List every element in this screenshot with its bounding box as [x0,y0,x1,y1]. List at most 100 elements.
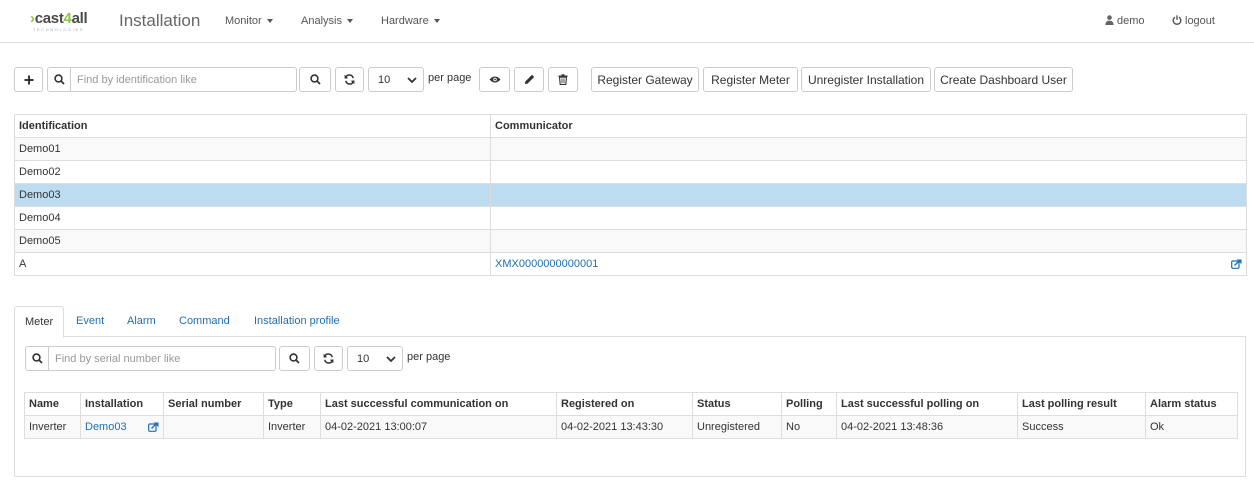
cell-identification: Demo01 [14,137,491,161]
delete-button[interactable] [548,67,578,92]
brand-logo[interactable]: ›cast4all TECHNOLOGIES [30,10,110,32]
cell-identification: Demo05 [14,229,491,253]
search-icon [289,353,300,364]
table-row[interactable]: A XMX0000000000001 [14,252,1247,276]
tab-meter[interactable]: Meter [14,306,65,338]
eye-icon [489,76,500,83]
per-page-select[interactable]: 10 [368,67,424,92]
top-navbar: ›cast4all TECHNOLOGIES Installation Moni… [0,0,1254,43]
page-title: Installation [119,11,201,30]
cell-name: Inverter [24,415,81,439]
column-header-last-polling[interactable]: Last successful polling on [836,392,1018,416]
column-header-type[interactable]: Type [263,392,321,416]
cell-identification: Demo02 [14,160,491,184]
installation-search [47,67,297,92]
cell-polling: No [781,415,837,439]
chevron-down-icon [407,77,417,84]
column-header-communicator[interactable]: Communicator [490,114,1247,138]
column-header-serial-number[interactable]: Serial number [163,392,264,416]
cell-registered-on: 04-02-2021 13:43:30 [556,415,693,439]
column-header-name[interactable]: Name [24,392,81,416]
cell-communicator [490,206,1247,230]
cell-last-communication: 04-02-2021 13:00:07 [320,415,557,439]
cell-communicator: XMX0000000000001 [490,252,1247,276]
table-row-selected[interactable]: Demo03 [14,183,1247,207]
edit-button[interactable] [514,67,544,92]
column-header-identification[interactable]: Identification [14,114,491,138]
tab-installation-profile[interactable]: Installation profile [244,306,350,337]
unregister-installation-button[interactable]: Unregister Installation [801,67,931,92]
register-meter-button[interactable]: Register Meter [703,67,798,92]
caret-down-icon [266,19,273,24]
tab-event[interactable]: Event [66,306,114,337]
search-icon [26,347,49,370]
external-link-icon[interactable] [1231,259,1242,269]
cell-communicator [490,183,1247,207]
refresh-icon [344,74,355,85]
installations-table: Identification Communicator Demo01 Demo0… [14,114,1247,276]
table-row[interactable]: Inverter Demo03 Inverter 04-02-2021 13:0… [24,415,1238,439]
table-row[interactable]: Demo05 [14,229,1247,253]
meters-table: Name Installation Serial number Type Las… [24,392,1238,439]
cell-identification: A [14,252,491,276]
chevron-down-icon [386,356,396,363]
tab-command[interactable]: Command [169,306,240,337]
column-header-alarm-status[interactable]: Alarm status [1145,392,1238,416]
column-header-status[interactable]: Status [692,392,782,416]
table-row[interactable]: Demo02 [14,160,1247,184]
view-button[interactable] [479,67,510,92]
meter-search-button[interactable] [279,346,310,371]
cell-installation: Demo03 [80,415,164,439]
nav-menu-analysis[interactable]: Analysis [301,15,353,27]
brand-wordmark: ›cast4all [30,10,88,27]
detail-tabs: Meter Event Alarm Command Installation p… [14,306,1246,338]
table-header-row: Identification Communicator [14,114,1247,138]
column-header-last-communication[interactable]: Last successful communication on [320,392,557,416]
nav-menu-monitor[interactable]: Monitor [225,15,273,27]
add-installation-button[interactable] [14,67,43,92]
user-icon [1105,15,1114,25]
installation-search-input[interactable] [71,68,296,91]
trash-icon [558,74,568,85]
search-button[interactable] [299,67,331,92]
column-header-last-polling-result[interactable]: Last polling result [1017,392,1146,416]
meter-search-input[interactable] [49,347,275,370]
table-header-row: Name Installation Serial number Type Las… [24,392,1238,416]
cell-identification: Demo04 [14,206,491,230]
column-header-polling[interactable]: Polling [781,392,837,416]
pencil-icon [524,74,534,84]
cell-last-polling: 04-02-2021 13:48:36 [836,415,1018,439]
caret-down-icon [433,19,440,24]
external-link-icon[interactable] [148,422,159,432]
meter-per-page-select[interactable]: 10 [347,346,403,371]
nav-menu-hardware[interactable]: Hardware [381,15,440,27]
cell-communicator [490,160,1247,184]
logout-link[interactable]: logout [1172,15,1215,27]
register-gateway-button[interactable]: Register Gateway [591,67,699,92]
caret-down-icon [346,19,353,24]
cell-serial-number [163,415,264,439]
meter-per-page-label: per page [407,351,451,363]
table-row[interactable]: Demo01 [14,137,1247,161]
refresh-button[interactable] [335,67,364,92]
installation-link[interactable]: Demo03 [85,421,127,433]
table-row[interactable]: Demo04 [14,206,1247,230]
search-icon [48,68,71,91]
brand-tagline: TECHNOLOGIES [33,27,84,32]
create-dashboard-user-button[interactable]: Create Dashboard User [934,67,1073,92]
meter-refresh-button[interactable] [314,346,343,371]
user-menu[interactable]: demo [1105,15,1145,27]
cell-last-polling-result: Success [1017,415,1146,439]
cell-type: Inverter [263,415,321,439]
cell-alarm-status: Ok [1145,415,1238,439]
tab-alarm[interactable]: Alarm [117,306,166,337]
cell-status: Unregistered [692,415,782,439]
column-header-installation[interactable]: Installation [80,392,164,416]
cell-communicator [490,137,1247,161]
refresh-icon [323,353,334,364]
cell-communicator [490,229,1247,253]
search-icon [309,74,321,85]
power-icon [1172,15,1182,25]
communicator-link[interactable]: XMX0000000000001 [495,258,598,270]
column-header-registered-on[interactable]: Registered on [556,392,693,416]
